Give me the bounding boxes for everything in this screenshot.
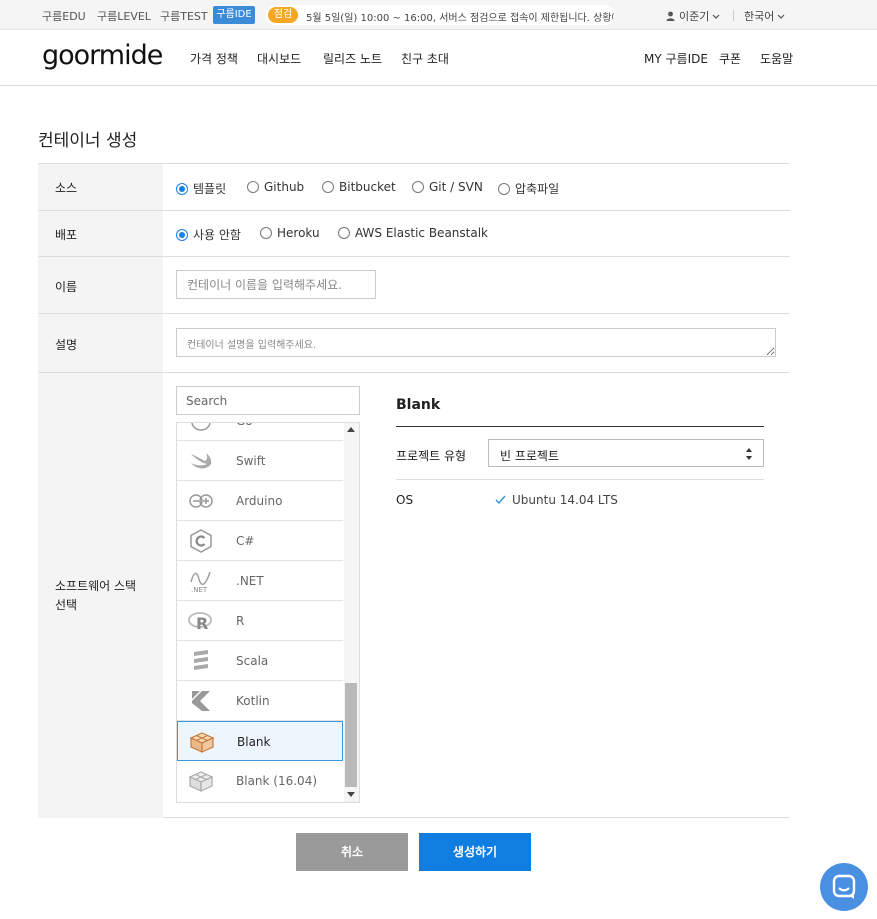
stack-label-line1: 소프트웨어 스택: [55, 579, 137, 593]
radio-icon: [412, 181, 424, 193]
container-create-form: 소스 템플릿 Github Bitbucket Git / SVN 압축파일 배…: [38, 163, 790, 818]
chat-bubble-icon: [832, 874, 856, 899]
radio-icon: [498, 183, 510, 195]
deploy-option-none[interactable]: 사용 안함: [176, 226, 241, 243]
name-label: 이름: [55, 280, 78, 294]
blank-box-grey-icon: [188, 771, 214, 792]
user-menu[interactable]: 이준기: [666, 8, 720, 24]
stack-item-go[interactable]: Go: [177, 423, 343, 441]
project-type-value: 빈 프로젝트: [500, 449, 560, 463]
blank-box-icon: [189, 732, 215, 753]
stack-list-scrollbar[interactable]: [344, 423, 359, 802]
user-icon: [666, 11, 675, 21]
project-type-select[interactable]: 빈 프로젝트: [488, 439, 764, 467]
source-option-github[interactable]: Github: [247, 180, 304, 194]
divider: [733, 10, 734, 21]
radio-icon: [247, 181, 259, 193]
scala-icon: [194, 650, 208, 670]
deploy-label: 배포: [55, 228, 78, 242]
chat-widget-button[interactable]: [820, 863, 868, 911]
notice-text: 5월 5일(일) 10:00 ~ 16:00, 서버스 점검으로 접속이 제한됩…: [306, 13, 614, 24]
nav-release-notes[interactable]: 릴리즈 노트: [323, 50, 382, 67]
maintenance-notice[interactable]: 점검 5월 5일(일) 10:00 ~ 16:00, 서버스 점검으로 접속이 …: [266, 5, 614, 25]
source-row: 소스 템플릿 Github Bitbucket Git / SVN 압축파일: [38, 164, 790, 211]
scrollbar-thumb[interactable]: [345, 683, 357, 787]
os-value: Ubuntu 14.04 LTS: [495, 493, 618, 507]
source-label: 소스: [55, 181, 78, 195]
swift-bird-icon: [191, 453, 212, 469]
scroll-down-arrow-icon[interactable]: [347, 792, 355, 797]
container-description-input[interactable]: [176, 328, 776, 357]
chevron-down-icon: [712, 14, 720, 19]
stack-item-dotnet[interactable]: .NET .NET: [177, 561, 343, 601]
radio-checked-icon: [176, 229, 188, 241]
nav-invite-friends[interactable]: 친구 초대: [401, 50, 449, 67]
link-goorm-ide-active[interactable]: 구름IDE: [213, 6, 255, 24]
divider: [396, 426, 764, 427]
nav-dashboard[interactable]: 대시보드: [257, 50, 301, 67]
language-menu[interactable]: 한국어: [744, 8, 785, 24]
check-icon: [495, 495, 506, 505]
container-name-input[interactable]: [176, 270, 376, 299]
nav-help[interactable]: 도움말: [760, 50, 793, 67]
svg-text:R: R: [196, 614, 208, 633]
deploy-option-aws-eb[interactable]: AWS Elastic Beanstalk: [338, 226, 488, 240]
language-label: 한국어: [744, 10, 775, 23]
source-option-zip[interactable]: 압축파일: [498, 180, 559, 197]
link-goorm-test[interactable]: 구름TEST: [160, 8, 208, 24]
radio-checked-icon: [176, 183, 188, 195]
stack-item-r[interactable]: R R: [177, 601, 343, 641]
link-goorm-edu[interactable]: 구름EDU: [42, 8, 86, 24]
r-logo-icon: R: [188, 612, 212, 633]
source-option-git-svn[interactable]: Git / SVN: [412, 180, 483, 194]
stack-item-blank[interactable]: Blank: [177, 721, 343, 761]
notice-tag: 점검: [268, 7, 298, 23]
os-label: OS: [396, 493, 414, 507]
cancel-button[interactable]: 취소: [296, 833, 408, 871]
nav-my-goormide[interactable]: MY 구름IDE: [644, 50, 708, 67]
select-updown-arrows-icon: [746, 448, 752, 460]
stack-list[interactable]: Go Swift Arduino C# .NET .NET R R Scala …: [176, 422, 360, 803]
link-goorm-level[interactable]: 구름LEVEL: [97, 8, 151, 24]
stack-search-input[interactable]: [176, 386, 360, 415]
name-row: 이름: [38, 257, 790, 314]
user-name: 이준기: [679, 10, 710, 23]
kotlin-icon: [192, 691, 210, 711]
stack-item-csharp[interactable]: C#: [177, 521, 343, 561]
stack-label-line2: 선택: [55, 598, 78, 612]
source-option-template[interactable]: 템플릿: [176, 180, 226, 197]
go-gopher-icon: [191, 423, 211, 431]
stack-item-blank-1604[interactable]: Blank (16.04): [177, 761, 343, 801]
svg-text:.NET: .NET: [191, 586, 208, 593]
page-title: 컨테이너 생성: [38, 131, 138, 151]
goormide-logo[interactable]: goormide: [42, 40, 163, 71]
dotnet-icon: .NET: [190, 571, 211, 593]
stack-item-arduino[interactable]: Arduino: [177, 481, 343, 521]
radio-icon: [260, 227, 272, 239]
main-header: goormide 가격 정책 대시보드 릴리즈 노트 친구 초대 MY 구름ID…: [0, 30, 877, 86]
stack-detail-title: Blank: [396, 397, 441, 413]
nav-pricing[interactable]: 가격 정책: [190, 50, 238, 67]
description-row: 설명: [38, 314, 790, 373]
create-button[interactable]: 생성하기: [419, 833, 531, 871]
scroll-up-arrow-icon[interactable]: [347, 427, 355, 432]
stack-item-kotlin[interactable]: Kotlin: [177, 681, 343, 721]
radio-icon: [338, 227, 350, 239]
radio-icon: [322, 181, 334, 193]
source-option-bitbucket[interactable]: Bitbucket: [322, 180, 396, 194]
deploy-row: 배포 사용 안함 Heroku AWS Elastic Beanstalk: [38, 211, 790, 257]
stack-item-swift[interactable]: Swift: [177, 441, 343, 481]
chevron-down-icon: [777, 14, 785, 19]
nav-coupon[interactable]: 쿠폰: [719, 50, 741, 67]
stack-item-scala[interactable]: Scala: [177, 641, 343, 681]
description-label: 설명: [55, 338, 78, 352]
top-bar: 구름EDU 구름LEVEL 구름TEST 구름IDE 점검 5월 5일(일) 1…: [0, 0, 877, 30]
arduino-icon: [189, 494, 213, 508]
csharp-hexagon-icon: [190, 529, 212, 553]
project-type-label: 프로젝트 유형: [396, 449, 467, 463]
deploy-option-heroku[interactable]: Heroku: [260, 226, 320, 240]
divider: [396, 479, 764, 480]
